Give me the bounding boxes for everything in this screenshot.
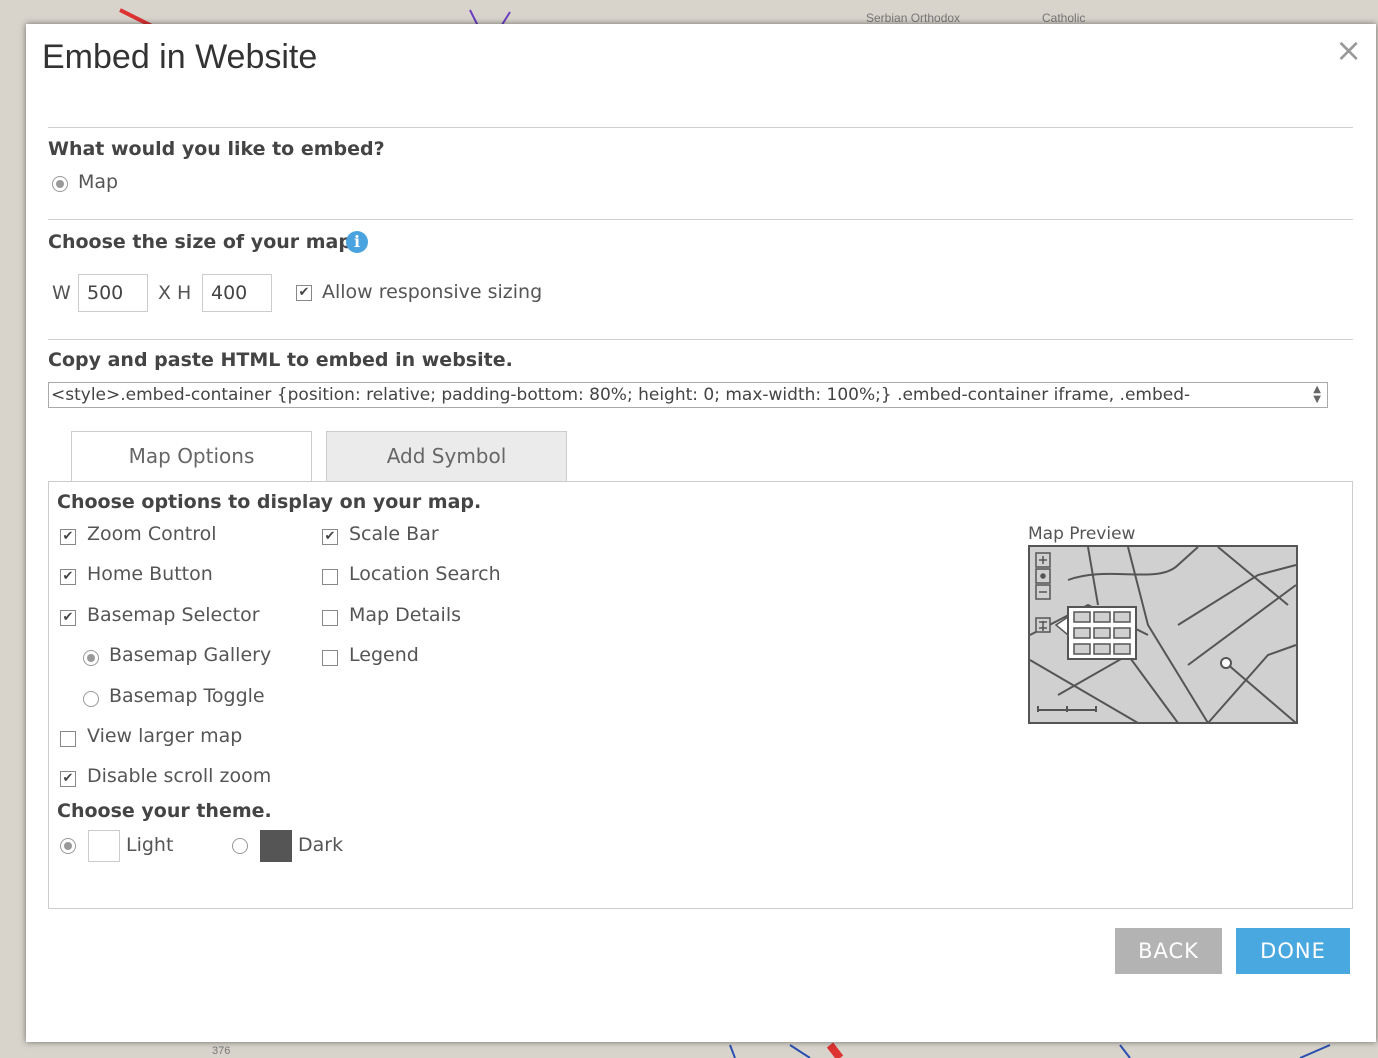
dialog-title: Embed in Website (42, 38, 318, 76)
divider (48, 127, 1353, 128)
map-preview-image (1028, 545, 1298, 724)
bg-label-catholic: Catholic (1042, 11, 1085, 25)
height-input[interactable]: 400 (202, 274, 272, 312)
width-prefix: W (52, 282, 71, 304)
theme-dark-radio[interactable] (232, 838, 248, 854)
legend-label: Legend (349, 644, 419, 666)
map-details-label: Map Details (349, 604, 462, 626)
basemap-selector-checkbox[interactable] (60, 610, 76, 626)
disable-scroll-zoom-label: Disable scroll zoom (87, 765, 272, 787)
done-button[interactable]: DONE (1236, 928, 1350, 974)
height-prefix: X H (158, 282, 192, 304)
basemap-toggle-radio[interactable] (83, 691, 99, 707)
basemap-selector-label: Basemap Selector (87, 604, 260, 626)
theme-light-radio[interactable] (60, 838, 76, 854)
scale-bar-label: Scale Bar (349, 523, 439, 545)
embed-map-label: Map (78, 171, 119, 193)
theme-dark-swatch[interactable] (260, 830, 292, 862)
location-search-label: Location Search (349, 563, 501, 585)
zoom-control-checkbox[interactable] (60, 529, 76, 545)
size-heading: Choose the size of your map. (48, 231, 360, 253)
close-icon[interactable]: × (1335, 34, 1362, 66)
embed-code-text: <style>.embed-container {position: relat… (51, 385, 1191, 405)
legend-checkbox[interactable] (322, 650, 338, 666)
tab-add-symbol[interactable]: Add Symbol (326, 431, 567, 481)
back-button[interactable]: BACK (1115, 928, 1222, 974)
bg-label-road: 376 (212, 1045, 230, 1057)
spinner-icon[interactable]: ▲ ▼ (1313, 385, 1321, 405)
embed-question: What would you like to embed? (48, 138, 385, 160)
options-heading: Choose options to display on your map. (57, 491, 482, 513)
embed-dialog: Embed in Website × What would you like t… (26, 24, 1376, 1042)
divider (48, 219, 1353, 220)
home-button-label: Home Button (87, 563, 213, 585)
basemap-gallery-label: Basemap Gallery (109, 644, 272, 666)
theme-light-swatch[interactable] (88, 830, 120, 862)
view-larger-map-checkbox[interactable] (60, 731, 76, 747)
width-input[interactable]: 500 (78, 274, 148, 312)
copy-heading: Copy and paste HTML to embed in website. (48, 349, 513, 371)
responsive-checkbox[interactable] (296, 285, 312, 301)
disable-scroll-zoom-checkbox[interactable] (60, 771, 76, 787)
responsive-label: Allow responsive sizing (322, 281, 543, 303)
home-button-checkbox[interactable] (60, 569, 76, 585)
scale-bar-checkbox[interactable] (322, 529, 338, 545)
location-search-checkbox[interactable] (322, 569, 338, 585)
embed-code-field[interactable]: <style>.embed-container {position: relat… (48, 382, 1328, 408)
theme-heading: Choose your theme. (57, 800, 272, 822)
bg-label-serbian: Serbian Orthodox (866, 11, 960, 25)
map-options-panel: Choose options to display on your map. Z… (48, 481, 1353, 909)
divider (48, 339, 1353, 340)
view-larger-map-label: View larger map (87, 725, 243, 747)
basemap-toggle-label: Basemap Toggle (109, 685, 265, 707)
tab-map-options[interactable]: Map Options (71, 431, 312, 482)
basemap-gallery-radio[interactable] (83, 650, 99, 666)
map-preview-label: Map Preview (1028, 524, 1136, 544)
theme-light-label: Light (126, 834, 174, 856)
embed-map-radio[interactable] (52, 176, 68, 192)
theme-dark-label: Dark (298, 834, 344, 856)
info-icon[interactable]: i (346, 231, 368, 253)
zoom-control-label: Zoom Control (87, 523, 217, 545)
map-details-checkbox[interactable] (322, 610, 338, 626)
